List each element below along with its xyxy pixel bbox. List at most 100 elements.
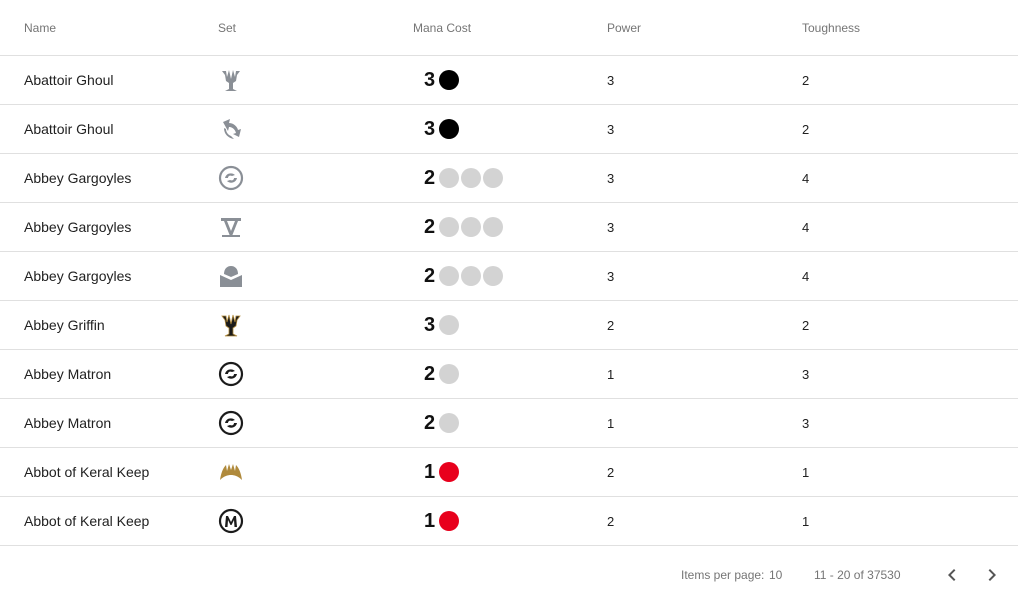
header-name[interactable]: Name <box>24 0 56 55</box>
mana-pip-colorless-icon <box>483 168 503 188</box>
mana-pip-colorless-icon <box>461 266 481 286</box>
chevron-left-icon <box>948 569 956 581</box>
card-name: Abbot of Keral Keep <box>24 513 150 529</box>
card-power: 3 <box>607 121 615 137</box>
card-power: 2 <box>607 513 615 529</box>
card-name: Abbey Gargoyles <box>24 219 132 235</box>
chevron-right-icon <box>988 569 996 581</box>
table-row[interactable]: Abbey Gargoyles 2 3 4 <box>0 252 1018 301</box>
set-icon <box>218 399 244 447</box>
table-row[interactable]: Abbot of Keral Keep 1 2 1 <box>0 497 1018 546</box>
set-icon <box>218 154 244 202</box>
card-name: Abbey Matron <box>24 366 112 382</box>
table-row[interactable]: Abattoir Ghoul 3 3 2 <box>0 105 1018 154</box>
mana-cost: 2 <box>413 350 461 398</box>
mana-cost: 2 <box>413 399 461 447</box>
next-page-button[interactable] <box>972 555 1012 595</box>
mana-generic-number: 1 <box>423 509 436 532</box>
set-icon <box>218 105 244 153</box>
range-label: 11 - 20 of 37530 <box>814 568 901 582</box>
cards-table: Name Set Mana Cost Power Toughness Abatt… <box>0 0 1018 546</box>
mana-generic-number: 3 <box>423 68 436 91</box>
mana-pip-black-icon <box>439 119 459 139</box>
card-toughness: 2 <box>802 72 810 88</box>
items-per-page-label: Items per page: <box>681 568 765 582</box>
table-row[interactable]: Abbot of Keral Keep 1 2 1 <box>0 448 1018 497</box>
card-toughness: 4 <box>802 268 810 284</box>
mana-cost: 1 <box>413 497 461 545</box>
table-row[interactable]: Abbey Gargoyles 2 3 4 <box>0 203 1018 252</box>
card-name: Abattoir Ghoul <box>24 121 114 137</box>
mana-cost: 1 <box>413 448 461 496</box>
table-row[interactable]: Abbey Matron 2 1 3 <box>0 399 1018 448</box>
mana-pip-colorless-icon <box>461 168 481 188</box>
mana-pip-black-icon <box>439 70 459 90</box>
card-name: Abbey Gargoyles <box>24 268 132 284</box>
card-power: 1 <box>607 366 615 382</box>
mana-pip-colorless-icon <box>439 315 459 335</box>
card-toughness: 1 <box>802 513 810 529</box>
card-name: Abattoir Ghoul <box>24 72 114 88</box>
card-power: 1 <box>607 415 615 431</box>
set-icon <box>218 497 244 545</box>
mana-generic-number: 3 <box>423 313 436 336</box>
card-toughness: 2 <box>802 317 810 333</box>
mana-generic-number: 3 <box>423 117 436 140</box>
mana-cost: 2 <box>413 252 505 300</box>
mana-pip-colorless-icon <box>483 266 503 286</box>
card-toughness: 4 <box>802 219 810 235</box>
mana-cost: 3 <box>413 301 461 349</box>
items-per-page-select[interactable]: 10 <box>769 547 782 603</box>
mana-pip-colorless-icon <box>483 217 503 237</box>
mana-pip-colorless-icon <box>439 168 459 188</box>
mana-cost: 2 <box>413 203 505 251</box>
table-row[interactable]: Abbey Matron 2 1 3 <box>0 350 1018 399</box>
card-toughness: 3 <box>802 415 810 431</box>
previous-page-button[interactable] <box>932 555 972 595</box>
set-icon <box>218 203 244 251</box>
header-set[interactable]: Set <box>218 0 236 55</box>
table-row[interactable]: Abbey Griffin 3 2 2 <box>0 301 1018 350</box>
card-name: Abbey Matron <box>24 415 112 431</box>
mana-generic-number: 2 <box>423 166 436 189</box>
mana-generic-number: 2 <box>423 411 436 434</box>
mana-pip-colorless-icon <box>439 364 459 384</box>
mana-pip-colorless-icon <box>439 217 459 237</box>
mana-cost: 3 <box>413 105 461 153</box>
card-name: Abbot of Keral Keep <box>24 464 150 480</box>
mana-cost: 2 <box>413 154 505 202</box>
set-icon <box>218 448 244 496</box>
card-toughness: 2 <box>802 121 810 137</box>
card-power: 3 <box>607 219 615 235</box>
mana-generic-number: 1 <box>423 460 436 483</box>
card-power: 3 <box>607 72 615 88</box>
header-toughness[interactable]: Toughness <box>802 0 860 55</box>
card-name: Abbey Griffin <box>24 317 105 333</box>
mana-generic-number: 2 <box>423 264 436 287</box>
card-toughness: 1 <box>802 464 810 480</box>
card-power: 3 <box>607 268 615 284</box>
card-toughness: 4 <box>802 170 810 186</box>
mana-pip-colorless-icon <box>461 217 481 237</box>
set-icon <box>218 252 244 300</box>
table-row[interactable]: Abbey Gargoyles 2 3 4 <box>0 154 1018 203</box>
card-power: 2 <box>607 317 615 333</box>
card-toughness: 3 <box>802 366 810 382</box>
card-power: 3 <box>607 170 615 186</box>
mana-pip-colorless-icon <box>439 413 459 433</box>
mana-cost: 3 <box>413 56 461 104</box>
header-power[interactable]: Power <box>607 0 641 55</box>
set-icon <box>218 301 244 349</box>
mana-generic-number: 2 <box>423 362 436 385</box>
card-name: Abbey Gargoyles <box>24 170 132 186</box>
set-icon <box>218 56 244 104</box>
header-mana-cost[interactable]: Mana Cost <box>413 0 471 55</box>
paginator: Items per page: 10 11 - 20 of 37530 <box>0 547 1018 603</box>
set-icon <box>218 350 244 398</box>
mana-pip-red-icon <box>439 462 459 482</box>
mana-pip-colorless-icon <box>439 266 459 286</box>
table-row[interactable]: Abattoir Ghoul 3 3 2 <box>0 56 1018 105</box>
mana-generic-number: 2 <box>423 215 436 238</box>
card-power: 2 <box>607 464 615 480</box>
table-header-row: Name Set Mana Cost Power Toughness <box>0 0 1018 56</box>
